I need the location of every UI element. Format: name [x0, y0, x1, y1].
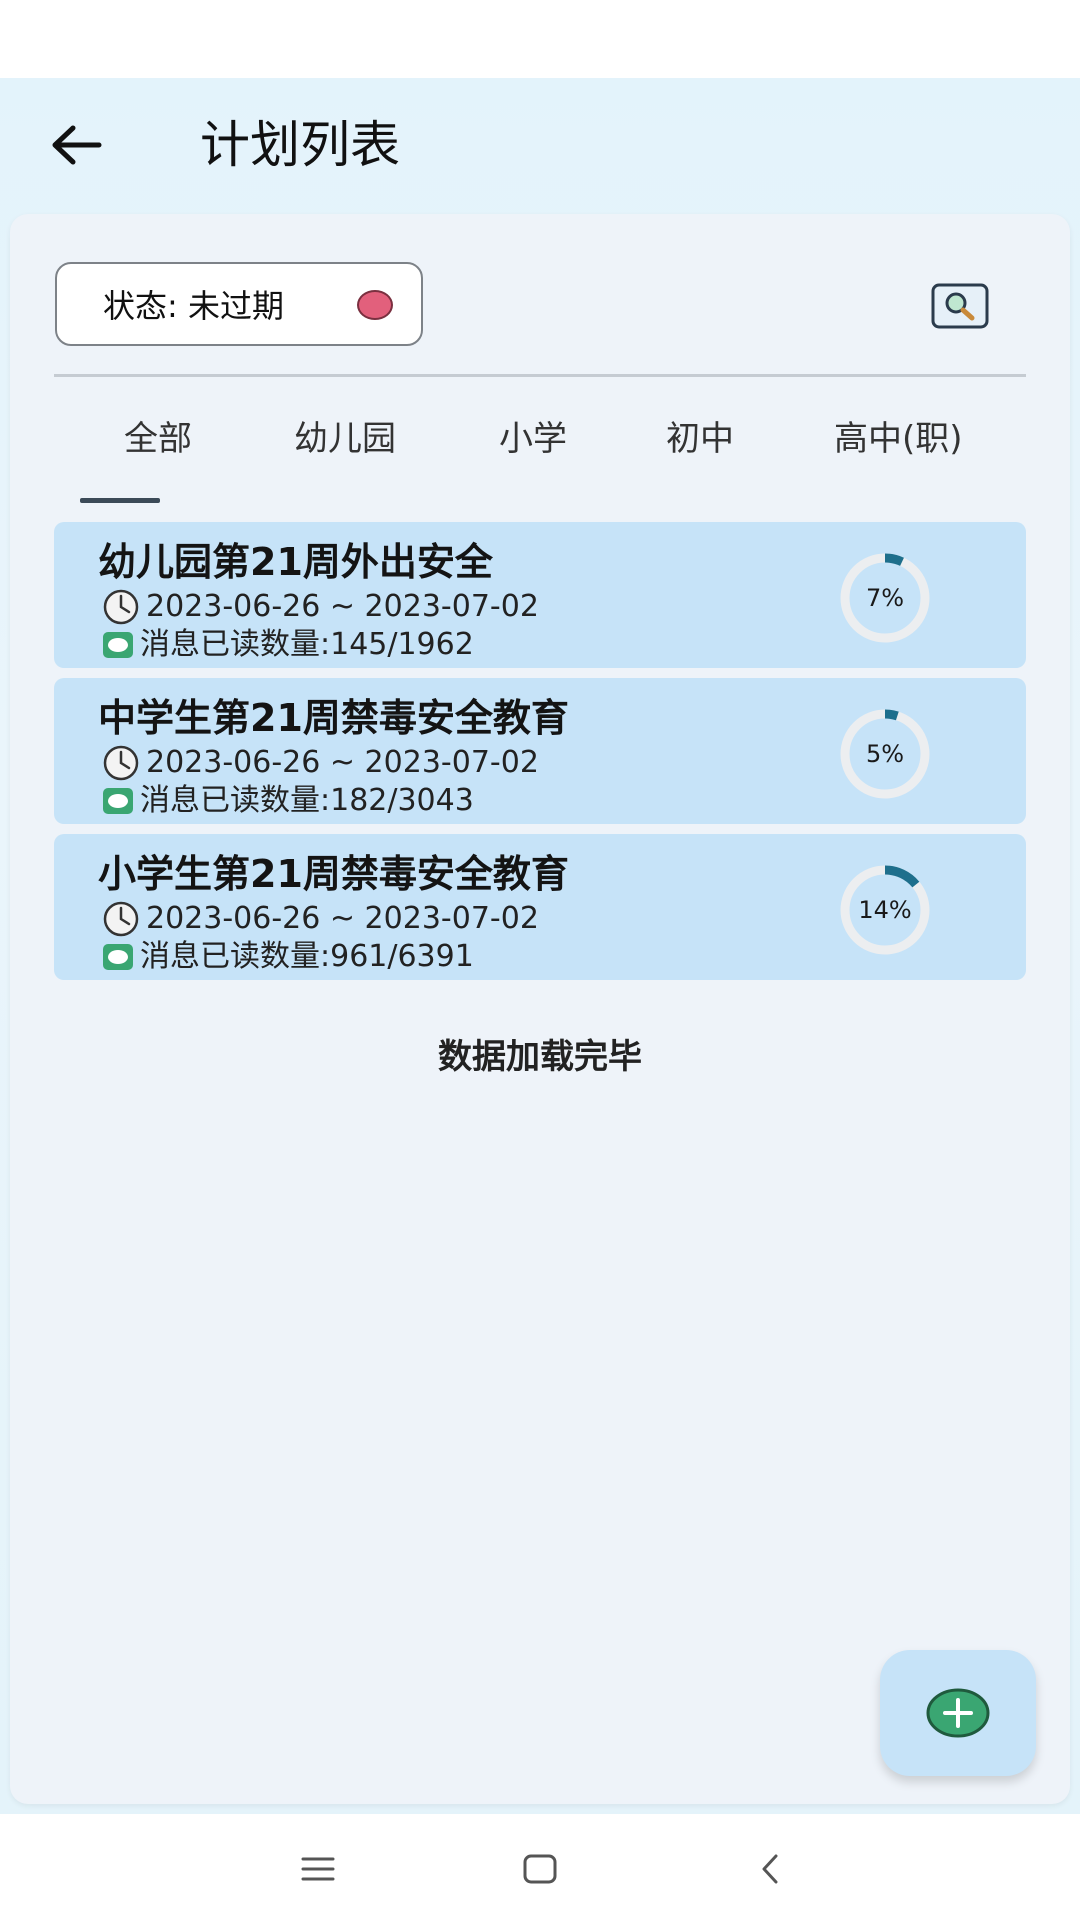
- plan-card[interactable]: 小学生第21周禁毒安全教育 2023-06-26 ~ 2023-07-02 消息…: [54, 834, 1026, 980]
- plan-title: 中学生第21周禁毒安全教育: [98, 696, 569, 740]
- magnifier-icon: [931, 283, 989, 329]
- plan-date-row: 2023-06-26 ~ 2023-07-02: [102, 588, 539, 626]
- progress-percent: 14%: [858, 896, 912, 924]
- system-nav-bar: [0, 1814, 1080, 1920]
- nav-home-button[interactable]: [510, 1844, 570, 1894]
- plan-panel: 状态: 未过期 全部 幼儿园 小学 初中 高中(职) 幼儿园第21周外出安全 2…: [10, 214, 1070, 1804]
- message-icon: [103, 944, 133, 970]
- plan-date-row: 2023-06-26 ~ 2023-07-02: [102, 744, 539, 782]
- status-dot-icon: [357, 290, 393, 320]
- clock-icon: [103, 745, 139, 781]
- nav-menu-button[interactable]: [288, 1844, 348, 1894]
- plan-card[interactable]: 幼儿园第21周外出安全 2023-06-26 ~ 2023-07-02 消息已读…: [54, 522, 1026, 668]
- plan-date-range: 2023-06-26 ~ 2023-07-02: [146, 901, 539, 936]
- home-square-icon: [523, 1854, 557, 1884]
- arrow-left-icon: [52, 125, 102, 165]
- plan-title: 小学生第21周禁毒安全教育: [98, 852, 569, 896]
- menu-icon: [301, 1857, 335, 1881]
- status-filter-button[interactable]: 状态: 未过期: [55, 262, 423, 346]
- category-tabs: 全部 幼儿园 小学 初中 高中(职): [54, 409, 1026, 499]
- plan-read-row: 消息已读数量:961/6391: [102, 940, 474, 974]
- active-tab-indicator: [80, 498, 160, 503]
- message-icon: [103, 632, 133, 658]
- plan-read-count: 消息已读数量:145/1962: [140, 627, 474, 662]
- chevron-left-icon: [762, 1854, 778, 1884]
- progress-percent: 7%: [865, 584, 905, 612]
- progress-ring: 5%: [828, 706, 942, 802]
- message-icon: [103, 788, 133, 814]
- plus-icon: [926, 1688, 990, 1738]
- clock-icon: [103, 589, 139, 625]
- nav-back-button[interactable]: [740, 1844, 800, 1894]
- plan-read-row: 消息已读数量:182/3043: [102, 784, 474, 818]
- plan-read-count: 消息已读数量:961/6391: [140, 939, 474, 974]
- back-button[interactable]: [44, 112, 110, 178]
- progress-ring: 14%: [828, 862, 942, 958]
- tab-primary[interactable]: 小学: [499, 409, 567, 469]
- plan-read-row: 消息已读数量:145/1962: [102, 628, 474, 662]
- header: 计划列表: [0, 78, 1080, 208]
- plan-card[interactable]: 中学生第21周禁毒安全教育 2023-06-26 ~ 2023-07-02 消息…: [54, 678, 1026, 824]
- plan-date-range: 2023-06-26 ~ 2023-07-02: [146, 745, 539, 780]
- status-filter-label: 状态: 未过期: [103, 287, 284, 325]
- tab-senior-high[interactable]: 高中(职): [834, 409, 963, 469]
- plan-date-range: 2023-06-26 ~ 2023-07-02: [146, 589, 539, 624]
- search-button[interactable]: [930, 282, 990, 330]
- progress-percent: 5%: [865, 740, 905, 768]
- add-plan-button[interactable]: [880, 1650, 1036, 1776]
- plan-read-count: 消息已读数量:182/3043: [140, 783, 474, 818]
- list-end-message: 数据加载完毕: [438, 1037, 642, 1077]
- plan-date-row: 2023-06-26 ~ 2023-07-02: [102, 900, 539, 938]
- tab-junior-high[interactable]: 初中: [666, 409, 734, 469]
- status-bar: [0, 0, 1080, 78]
- tab-kindergarten[interactable]: 幼儿园: [294, 409, 396, 469]
- progress-ring: 7%: [828, 550, 942, 646]
- page-title: 计划列表: [200, 116, 400, 174]
- divider: [54, 374, 1026, 377]
- clock-icon: [103, 901, 139, 937]
- plan-title: 幼儿园第21周外出安全: [98, 540, 493, 584]
- tab-all[interactable]: 全部: [124, 409, 192, 469]
